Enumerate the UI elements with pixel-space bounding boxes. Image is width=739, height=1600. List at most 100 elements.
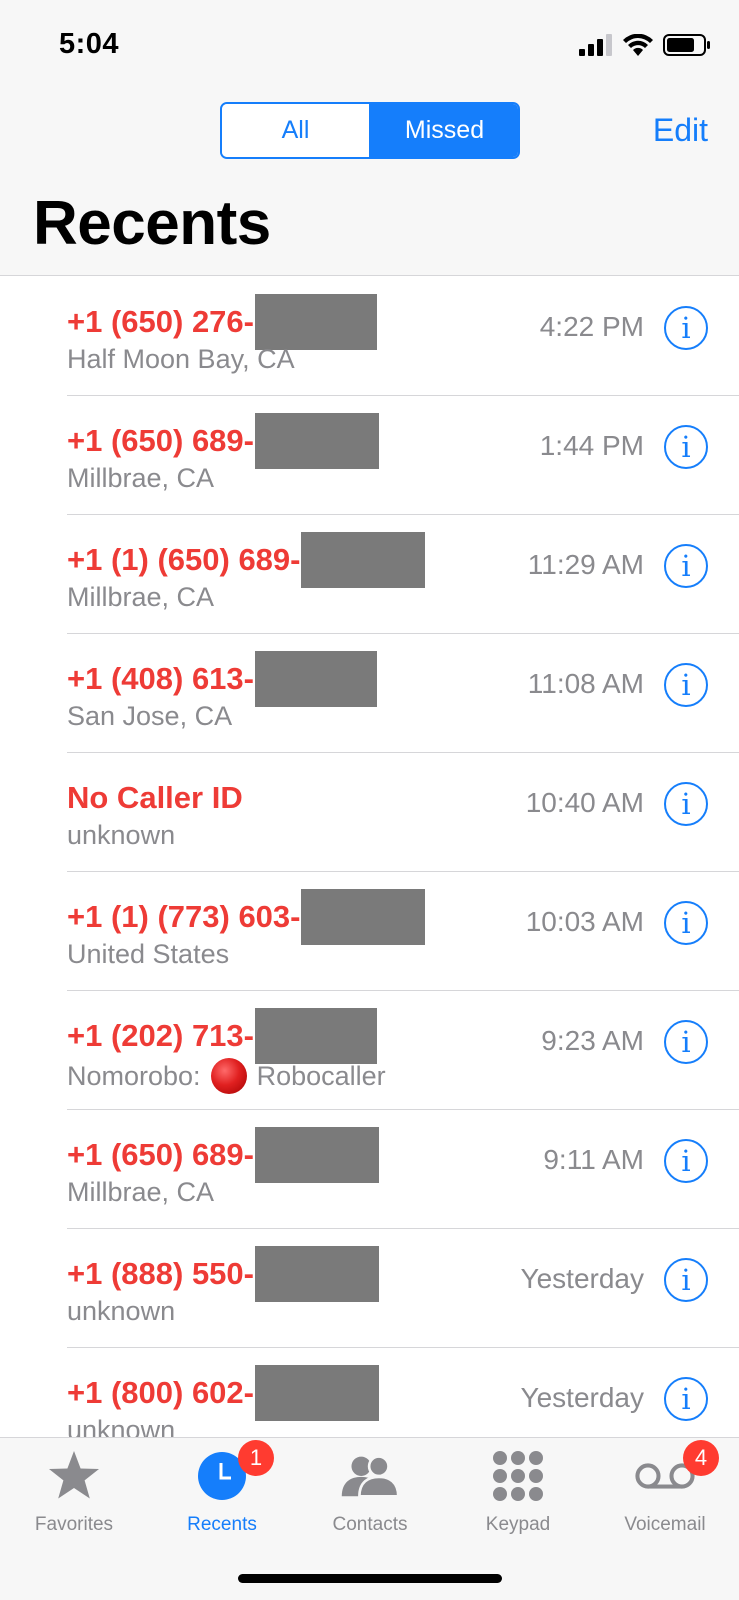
call-row[interactable]: +1 (650) 689- Millbrae, CA 1:44 PM i bbox=[0, 396, 739, 515]
caller-number: No Caller ID bbox=[67, 780, 243, 815]
caller-number: +1 (1) (773) 603- bbox=[67, 899, 301, 934]
caller-location: Millbrae, CA bbox=[67, 463, 215, 493]
redaction-block bbox=[254, 1008, 377, 1064]
call-row[interactable]: No Caller ID unknown 10:40 AM i bbox=[0, 753, 739, 872]
caller-number: +1 (650) 276- bbox=[67, 304, 254, 339]
tab-keypad[interactable]: Keypad bbox=[444, 1448, 592, 1548]
tab-recents[interactable]: 1 Recents bbox=[148, 1440, 296, 1548]
call-time: 11:08 AM bbox=[527, 668, 644, 699]
caller-location: San Jose, CA bbox=[67, 701, 233, 731]
call-time: Yesterday bbox=[520, 1382, 645, 1413]
tab-favorites[interactable]: Favorites bbox=[0, 1448, 148, 1548]
contacts-icon bbox=[340, 1448, 400, 1504]
redaction-block bbox=[254, 413, 379, 469]
redaction-block bbox=[254, 1365, 379, 1421]
call-row[interactable]: +1 (888) 550- unknown Yesterday i bbox=[0, 1229, 739, 1348]
segment-all[interactable]: All bbox=[222, 104, 369, 157]
caller-number: +1 (1) (650) 689- bbox=[67, 542, 301, 577]
call-row[interactable]: +1 (800) 602- unknown Yesterday i bbox=[0, 1348, 739, 1437]
status-bar: 5:04 bbox=[0, 0, 739, 90]
caller-location: United States bbox=[67, 939, 230, 969]
voicemail-icon: 4 bbox=[635, 1440, 719, 1504]
info-icon[interactable]: i bbox=[664, 782, 708, 826]
cellular-signal-icon bbox=[579, 34, 612, 56]
caller-location: unknown bbox=[67, 820, 176, 850]
call-filter-segmented-control: All Missed bbox=[220, 102, 520, 159]
redaction-block bbox=[301, 889, 426, 945]
call-row[interactable]: +1 (1) (773) 603- United States 10:03 AM… bbox=[0, 872, 739, 991]
caller-number: +1 (650) 689- bbox=[67, 423, 254, 458]
info-icon[interactable]: i bbox=[664, 1377, 708, 1421]
recents-badge: 1 bbox=[238, 1440, 274, 1476]
tab-label: Contacts bbox=[332, 1514, 408, 1535]
caller-location: Half Moon Bay, CA bbox=[67, 344, 295, 374]
tab-label: Voicemail bbox=[624, 1514, 706, 1535]
call-title: +1 (1) (650) 689- bbox=[67, 532, 426, 588]
star-icon bbox=[44, 1448, 104, 1504]
caller-location: Millbrae, CA bbox=[67, 582, 215, 612]
tab-label: Keypad bbox=[485, 1514, 551, 1535]
call-title: No Caller ID bbox=[67, 773, 243, 823]
info-icon[interactable]: i bbox=[664, 544, 708, 588]
navigation-header: All Missed Edit Recents bbox=[0, 90, 739, 276]
call-title: +1 (202) 713- bbox=[67, 1008, 377, 1064]
voicemail-badge: 4 bbox=[683, 1440, 719, 1476]
call-title: +1 (650) 689- bbox=[67, 413, 379, 469]
keypad-icon bbox=[488, 1448, 548, 1504]
tab-label: Favorites bbox=[34, 1514, 114, 1535]
nomorobo-prefix: Nomorobo: bbox=[67, 1060, 201, 1091]
caller-location: unknown bbox=[67, 1296, 176, 1326]
wifi-icon bbox=[623, 34, 653, 56]
edit-button[interactable]: Edit bbox=[653, 112, 708, 149]
redaction-block bbox=[254, 294, 377, 350]
call-title: +1 (650) 689- bbox=[67, 1127, 379, 1183]
tab-voicemail[interactable]: 4 Voicemail bbox=[591, 1440, 739, 1548]
call-title: +1 (650) 276- bbox=[67, 294, 377, 350]
status-icons bbox=[579, 30, 711, 60]
info-icon[interactable]: i bbox=[664, 1258, 708, 1302]
call-time: 1:44 PM bbox=[539, 430, 644, 461]
call-row[interactable]: +1 (650) 276- Half Moon Bay, CA 4:22 PM … bbox=[0, 277, 739, 396]
call-time: 9:11 AM bbox=[543, 1144, 644, 1175]
caller-number: +1 (888) 550- bbox=[67, 1256, 254, 1291]
info-icon[interactable]: i bbox=[664, 1139, 708, 1183]
caller-number: +1 (650) 689- bbox=[67, 1137, 254, 1172]
caller-location: unknown bbox=[67, 1415, 176, 1437]
home-indicator[interactable] bbox=[238, 1574, 502, 1583]
battery-icon bbox=[663, 34, 710, 56]
tab-label: Recents bbox=[187, 1514, 257, 1535]
call-time: 10:40 AM bbox=[525, 787, 644, 818]
info-icon[interactable]: i bbox=[664, 306, 708, 350]
call-title: +1 (800) 602- bbox=[67, 1365, 379, 1421]
robocaller-label: Nomorobo: Robocaller bbox=[67, 1058, 386, 1094]
red-circle-icon bbox=[210, 1058, 247, 1094]
segment-missed[interactable]: Missed bbox=[369, 104, 518, 157]
call-time: 11:29 AM bbox=[527, 549, 644, 580]
info-icon[interactable]: i bbox=[664, 1020, 708, 1064]
caller-location: Millbrae, CA bbox=[67, 1177, 215, 1207]
info-icon[interactable]: i bbox=[664, 663, 708, 707]
call-time: 10:03 AM bbox=[525, 906, 644, 937]
tab-contacts[interactable]: Contacts bbox=[296, 1448, 444, 1548]
caller-number: +1 (408) 613- bbox=[67, 661, 254, 696]
caller-number: +1 (202) 713- bbox=[67, 1018, 254, 1053]
call-row[interactable]: +1 (408) 613- San Jose, CA 11:08 AM i bbox=[0, 634, 739, 753]
redaction-block bbox=[254, 1246, 379, 1302]
caller-number: +1 (800) 602- bbox=[67, 1375, 254, 1410]
recent-calls-list[interactable]: +1 (650) 276- Half Moon Bay, CA 4:22 PM … bbox=[0, 277, 739, 1437]
call-row[interactable]: +1 (202) 713- Nomorobo: Robocaller 9:23 … bbox=[0, 991, 739, 1110]
call-row[interactable]: +1 (1) (650) 689- Millbrae, CA 11:29 AM … bbox=[0, 515, 739, 634]
info-icon[interactable]: i bbox=[664, 901, 708, 945]
call-time: 4:22 PM bbox=[539, 311, 644, 342]
redaction-block bbox=[301, 532, 426, 588]
call-time: 9:23 AM bbox=[541, 1025, 644, 1056]
status-time: 5:04 bbox=[59, 28, 120, 60]
call-row[interactable]: +1 (650) 689- Millbrae, CA 9:11 AM i bbox=[0, 1110, 739, 1229]
info-icon[interactable]: i bbox=[664, 425, 708, 469]
call-title: +1 (408) 613- bbox=[67, 651, 377, 707]
call-title: +1 (1) (773) 603- bbox=[67, 889, 426, 945]
robocaller-text: Robocaller bbox=[256, 1060, 386, 1091]
call-title: +1 (888) 550- bbox=[67, 1246, 379, 1302]
page-title: Recents bbox=[33, 189, 271, 258]
redaction-block bbox=[254, 1127, 379, 1183]
